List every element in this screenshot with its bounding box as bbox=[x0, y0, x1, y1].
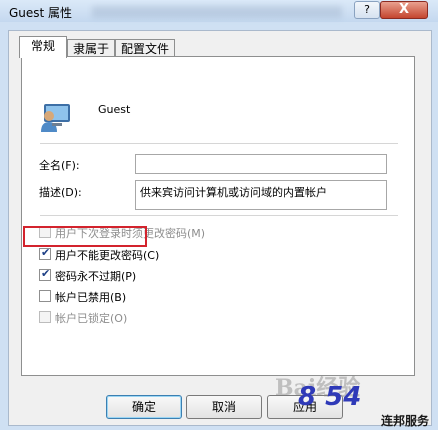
help-button[interactable]: ? bbox=[354, 1, 380, 19]
description-label: 描述(D): bbox=[39, 186, 82, 199]
tab-general[interactable]: 常规 bbox=[19, 36, 67, 58]
checkmark-icon: ✔ bbox=[41, 246, 51, 259]
user-account-icon bbox=[41, 104, 70, 132]
account-locked-checkbox[interactable] bbox=[39, 311, 51, 323]
cannot-change-password-label: 用户不能更改密码(C) bbox=[55, 249, 160, 262]
fullname-label: 全名(F): bbox=[39, 159, 80, 172]
highlight-box bbox=[23, 226, 147, 247]
close-button[interactable]: X bbox=[380, 1, 428, 19]
cancel-button[interactable]: 取消 bbox=[186, 395, 262, 419]
password-never-expires-checkbox[interactable]: ✔ bbox=[39, 267, 51, 281]
title-bar: Guest 属性 ? X bbox=[0, 0, 438, 22]
general-tab-panel: Guest 全名(F): 描述(D): 供来宾访问计算机或访问域的内置帐户 用户… bbox=[21, 56, 415, 376]
account-locked-label: 帐户已锁定(O) bbox=[55, 312, 128, 325]
account-disabled-label: 帐户已禁用(B) bbox=[55, 291, 127, 304]
ok-button[interactable]: 确定 bbox=[106, 395, 182, 419]
checkmark-icon: ✔ bbox=[41, 267, 51, 280]
account-name: Guest bbox=[98, 103, 131, 116]
blurred-title-area bbox=[92, 6, 342, 18]
password-never-expires-label: 密码永不过期(P) bbox=[55, 270, 137, 283]
window-title: Guest 属性 bbox=[9, 6, 73, 20]
cannot-change-password-checkbox[interactable]: ✔ bbox=[39, 246, 51, 260]
fullname-input[interactable] bbox=[135, 154, 387, 174]
divider bbox=[40, 215, 398, 216]
divider bbox=[40, 143, 398, 144]
site-name: 连邦服务 bbox=[381, 414, 430, 428]
description-input[interactable]: 供来宾访问计算机或访问域的内置帐户 bbox=[135, 180, 387, 210]
account-disabled-checkbox[interactable] bbox=[39, 290, 51, 302]
site-logo: 8 54 bbox=[298, 382, 362, 412]
